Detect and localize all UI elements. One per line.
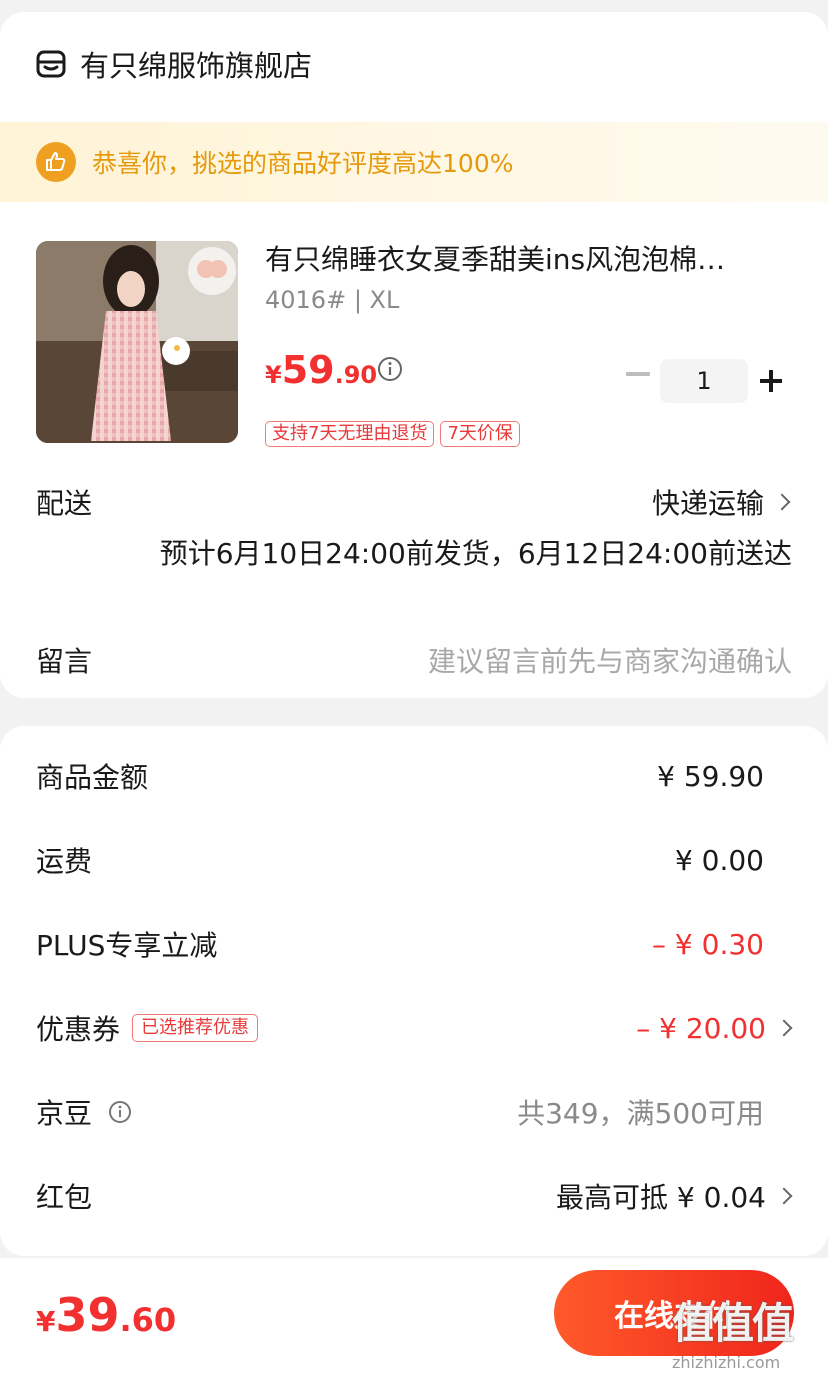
store-icon <box>36 50 66 78</box>
summary-redpack-row[interactable]: 红包 最高可抵 ¥ 0.04 <box>36 1176 793 1216</box>
price-decimal: .90 <box>334 361 378 389</box>
info-icon[interactable] <box>377 356 403 382</box>
tag-return: 支持7天无理由退货 <box>265 421 435 447</box>
chevron-right-icon <box>773 493 791 511</box>
product-price: ¥ 59 .90 <box>265 348 377 392</box>
rating-banner: 恭喜你，挑选的商品好评度高达100% <box>0 122 828 202</box>
watermark-url: zhizhizhi.com <box>672 1353 781 1372</box>
product-title[interactable]: 有只绵睡衣女夏季甜美ins风泡泡棉… <box>265 238 785 278</box>
coupon-tag: 已选推荐优惠 <box>132 1014 259 1042</box>
summary-goods-row: 商品金额 ¥ 59.90 <box>36 756 790 796</box>
note-input[interactable]: 建议留言前先与商家沟通确认 <box>428 640 792 680</box>
order-card: 有只绵服饰旗舰店 恭喜你，挑选的商品好评度高达100% 有只绵睡衣女夏季甜美in… <box>0 12 828 698</box>
product-sku[interactable]: 4016# | XL <box>265 286 399 314</box>
chevron-right-icon <box>775 1187 793 1205</box>
service-tags: 支持7天无理由退货 7天价保 <box>265 421 520 447</box>
banner-text: 恭喜你，挑选的商品好评度高达100% <box>92 149 514 178</box>
tag-price-protect: 7天价保 <box>440 421 520 447</box>
summary-shipping-row: 运费 ¥ 0.00 <box>36 840 790 880</box>
jd-bean-label: 京豆 <box>36 1097 93 1130</box>
summary-coupon-row[interactable]: 优惠券 已选推荐优惠 – ¥ 20.00 <box>36 1008 793 1048</box>
shop-name[interactable]: 有只绵服饰旗舰店 <box>80 43 312 85</box>
total-integer: 39 <box>55 1288 120 1342</box>
price-integer: 59 <box>281 348 335 392</box>
plus-discount-label: PLUS专享立减 <box>36 929 218 962</box>
watermark: 值值值 zhizhizhi.com <box>672 1290 822 1372</box>
price-currency: ¥ <box>265 361 282 389</box>
shipping-label: 运费 <box>36 845 93 878</box>
plus-discount-value: – ¥ 0.30 <box>652 927 764 961</box>
shop-header[interactable]: 有只绵服饰旗舰店 <box>36 44 312 84</box>
minus-icon[interactable] <box>626 372 650 376</box>
thumbs-up-icon <box>36 142 76 182</box>
delivery-method-text: 快递运输 <box>651 487 764 520</box>
price-summary-card: 商品金额 ¥ 59.90 运费 ¥ 0.00 PLUS专享立减 – ¥ 0.30… <box>0 726 828 1256</box>
coupon-value: – ¥ 20.00 <box>636 1011 766 1045</box>
info-icon[interactable] <box>108 1100 132 1124</box>
redpack-label: 红包 <box>36 1181 93 1214</box>
plus-icon[interactable] <box>760 370 782 392</box>
total-price: ¥ 39 .60 <box>36 1288 176 1342</box>
chevron-right-icon <box>775 1019 793 1037</box>
total-currency: ¥ <box>36 1305 56 1338</box>
delivery-label: 配送 <box>36 487 93 520</box>
delivery-eta: 预计6月10日24:00前发货，6月12日24:00前送达 <box>159 537 792 570</box>
redpack-value: 最高可抵 ¥ 0.04 <box>556 1181 766 1214</box>
watermark-logo: 值值值 <box>672 1299 794 1348</box>
total-decimal: .60 <box>119 1301 177 1339</box>
delivery-method[interactable]: 快递运输 <box>651 482 791 522</box>
note-label: 留言 <box>36 645 93 678</box>
shipping-value: ¥ 0.00 <box>674 843 764 877</box>
summary-plus-row: PLUS专享立减 – ¥ 0.30 <box>36 924 790 964</box>
goods-amount-value: ¥ 59.90 <box>657 759 764 793</box>
product-image[interactable] <box>36 241 238 443</box>
coupon-label: 优惠券 <box>36 1013 121 1046</box>
quantity-input[interactable]: 1 <box>660 359 748 403</box>
jd-bean-value: 共349，满500可用 <box>517 1097 764 1130</box>
summary-jd-row: 京豆 共349，满500可用 <box>36 1092 790 1132</box>
goods-amount-label: 商品金额 <box>36 761 149 794</box>
